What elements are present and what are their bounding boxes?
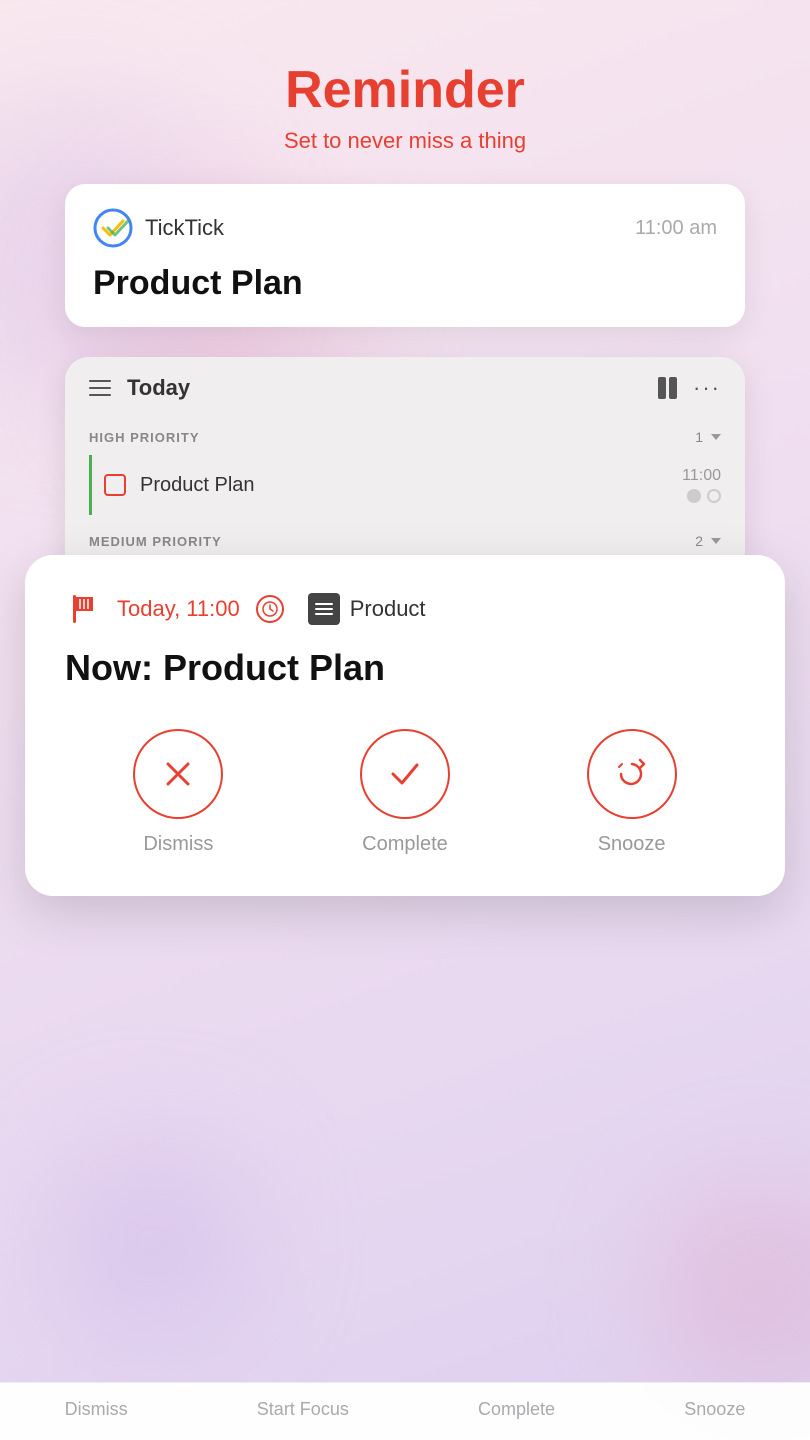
reminder-modal: Today, 11:00 Product Now: Product Plan	[25, 555, 785, 896]
split-view-icon[interactable]	[658, 377, 677, 399]
notification-card: TickTick 11:00 am Product Plan	[65, 184, 745, 327]
reminder-list-name: Product	[350, 596, 426, 622]
high-priority-count: 1	[695, 429, 721, 445]
snooze-circle	[587, 729, 677, 819]
complete-button[interactable]: Complete	[360, 729, 450, 856]
page-header: Reminder Set to never miss a thing	[284, 60, 526, 154]
dismiss-button[interactable]: Dismiss	[133, 729, 223, 856]
app-name-label: TickTick	[145, 215, 224, 241]
page-subtitle: Set to never miss a thing	[284, 128, 526, 154]
bottom-bar: Dismiss Start Focus Complete Snooze	[0, 1382, 810, 1440]
reminder-task-title: Now: Product Plan	[65, 647, 745, 689]
task-checkbox[interactable]	[104, 474, 126, 496]
reminder-list: Product	[308, 593, 426, 625]
reminder-clock-icon	[256, 595, 284, 623]
dismiss-circle	[133, 729, 223, 819]
reminder-time: Today, 11:00	[117, 596, 240, 622]
page-title: Reminder	[284, 60, 526, 120]
list-icon	[308, 593, 340, 625]
ticktick-icon	[93, 208, 133, 248]
notification-app-info: TickTick	[93, 208, 224, 248]
bottom-complete-button[interactable]: Complete	[478, 1399, 555, 1420]
dismiss-label: Dismiss	[143, 833, 213, 856]
notification-task: Product Plan	[93, 264, 717, 303]
bottom-snooze-button[interactable]: Snooze	[684, 1399, 745, 1420]
medium-priority-count: 2	[695, 533, 721, 549]
task-time: 11:00	[682, 467, 721, 485]
flag-icon	[65, 591, 101, 627]
bottom-start-focus-button[interactable]: Start Focus	[257, 1399, 349, 1420]
hamburger-icon[interactable]	[89, 380, 111, 396]
complete-circle	[360, 729, 450, 819]
tasklist-card: Today ··· HIGH PRIORITY 1 Product	[65, 357, 745, 575]
today-label: Today	[127, 375, 190, 401]
high-priority-label: HIGH PRIORITY	[89, 430, 200, 445]
high-priority-section: HIGH PRIORITY 1 Product Plan 11:00	[65, 419, 745, 515]
more-options-icon[interactable]: ···	[693, 375, 721, 401]
snooze-label: Snooze	[598, 833, 666, 856]
task-time-block: 11:00	[682, 467, 721, 503]
notification-time: 11:00 am	[635, 217, 717, 240]
action-buttons: Dismiss Complete	[65, 729, 745, 856]
snooze-button[interactable]: Snooze	[587, 729, 677, 856]
task-item[interactable]: Product Plan 11:00	[89, 455, 721, 515]
tasklist-header: Today ···	[65, 357, 745, 419]
bottom-dismiss-button[interactable]: Dismiss	[65, 1399, 128, 1420]
complete-label: Complete	[362, 833, 448, 856]
medium-priority-label: MEDIUM PRIORITY	[89, 534, 222, 549]
task-icon-flag	[687, 489, 701, 503]
task-name: Product Plan	[140, 474, 682, 497]
task-icon-repeat	[707, 489, 721, 503]
reminder-meta: Today, 11:00 Product	[65, 591, 745, 627]
